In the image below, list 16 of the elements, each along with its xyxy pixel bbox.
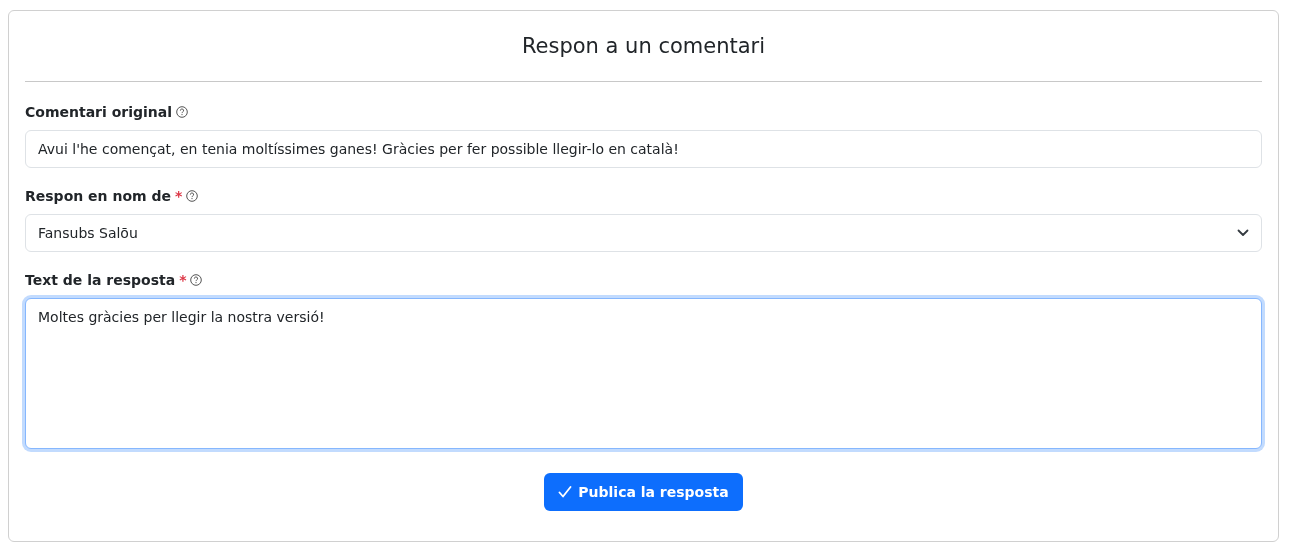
field-label: Text de la resposta	[25, 272, 176, 288]
field-label: Comentari original	[25, 104, 172, 120]
required-mark: *	[175, 188, 183, 204]
reply-text-area[interactable]: Moltes gràcies per llegir la nostra versió!	[25, 298, 1262, 449]
check-icon	[558, 486, 573, 498]
field-label: Respon en nom de	[25, 188, 171, 204]
publish-button[interactable]: Publica la resposta	[544, 473, 743, 511]
help-icon[interactable]	[176, 106, 188, 118]
form-title: Respon a un comentari	[520, 33, 767, 60]
dropdown-field[interactable]: Fansubs Salōu	[25, 214, 1262, 252]
help-icon[interactable]	[186, 190, 199, 202]
dropdown-value: Fansubs Salōu	[38, 225, 138, 241]
comment-field[interactable]: Avui l'he començat, en tenia moltíssimes ganes! Gràcies per fer possible llegir-lo en català!	[25, 130, 1262, 168]
chevron-down-icon	[1237, 229, 1249, 237]
required-mark: *	[179, 272, 187, 288]
help-icon[interactable]	[190, 274, 203, 286]
